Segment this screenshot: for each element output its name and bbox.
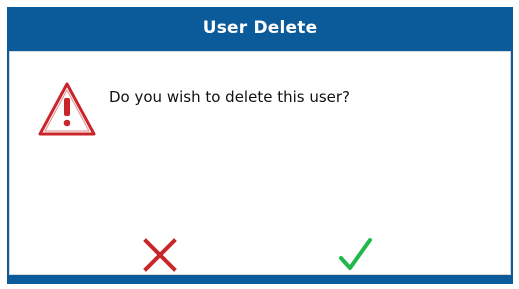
confirmation-message: Do you wish to delete this user? [109, 88, 351, 106]
close-icon [143, 238, 177, 272]
dialog-title: User Delete [202, 17, 318, 38]
warning-icon [38, 82, 96, 136]
dialog-bottom-border [7, 281, 513, 284]
cancel-button[interactable] [138, 232, 182, 276]
check-icon [339, 238, 372, 270]
confirm-button[interactable] [333, 232, 377, 276]
user-delete-dialog: User Delete Do you wish to delete this u… [7, 7, 513, 281]
dialog-content: Do you wish to delete this user? [9, 51, 511, 275]
